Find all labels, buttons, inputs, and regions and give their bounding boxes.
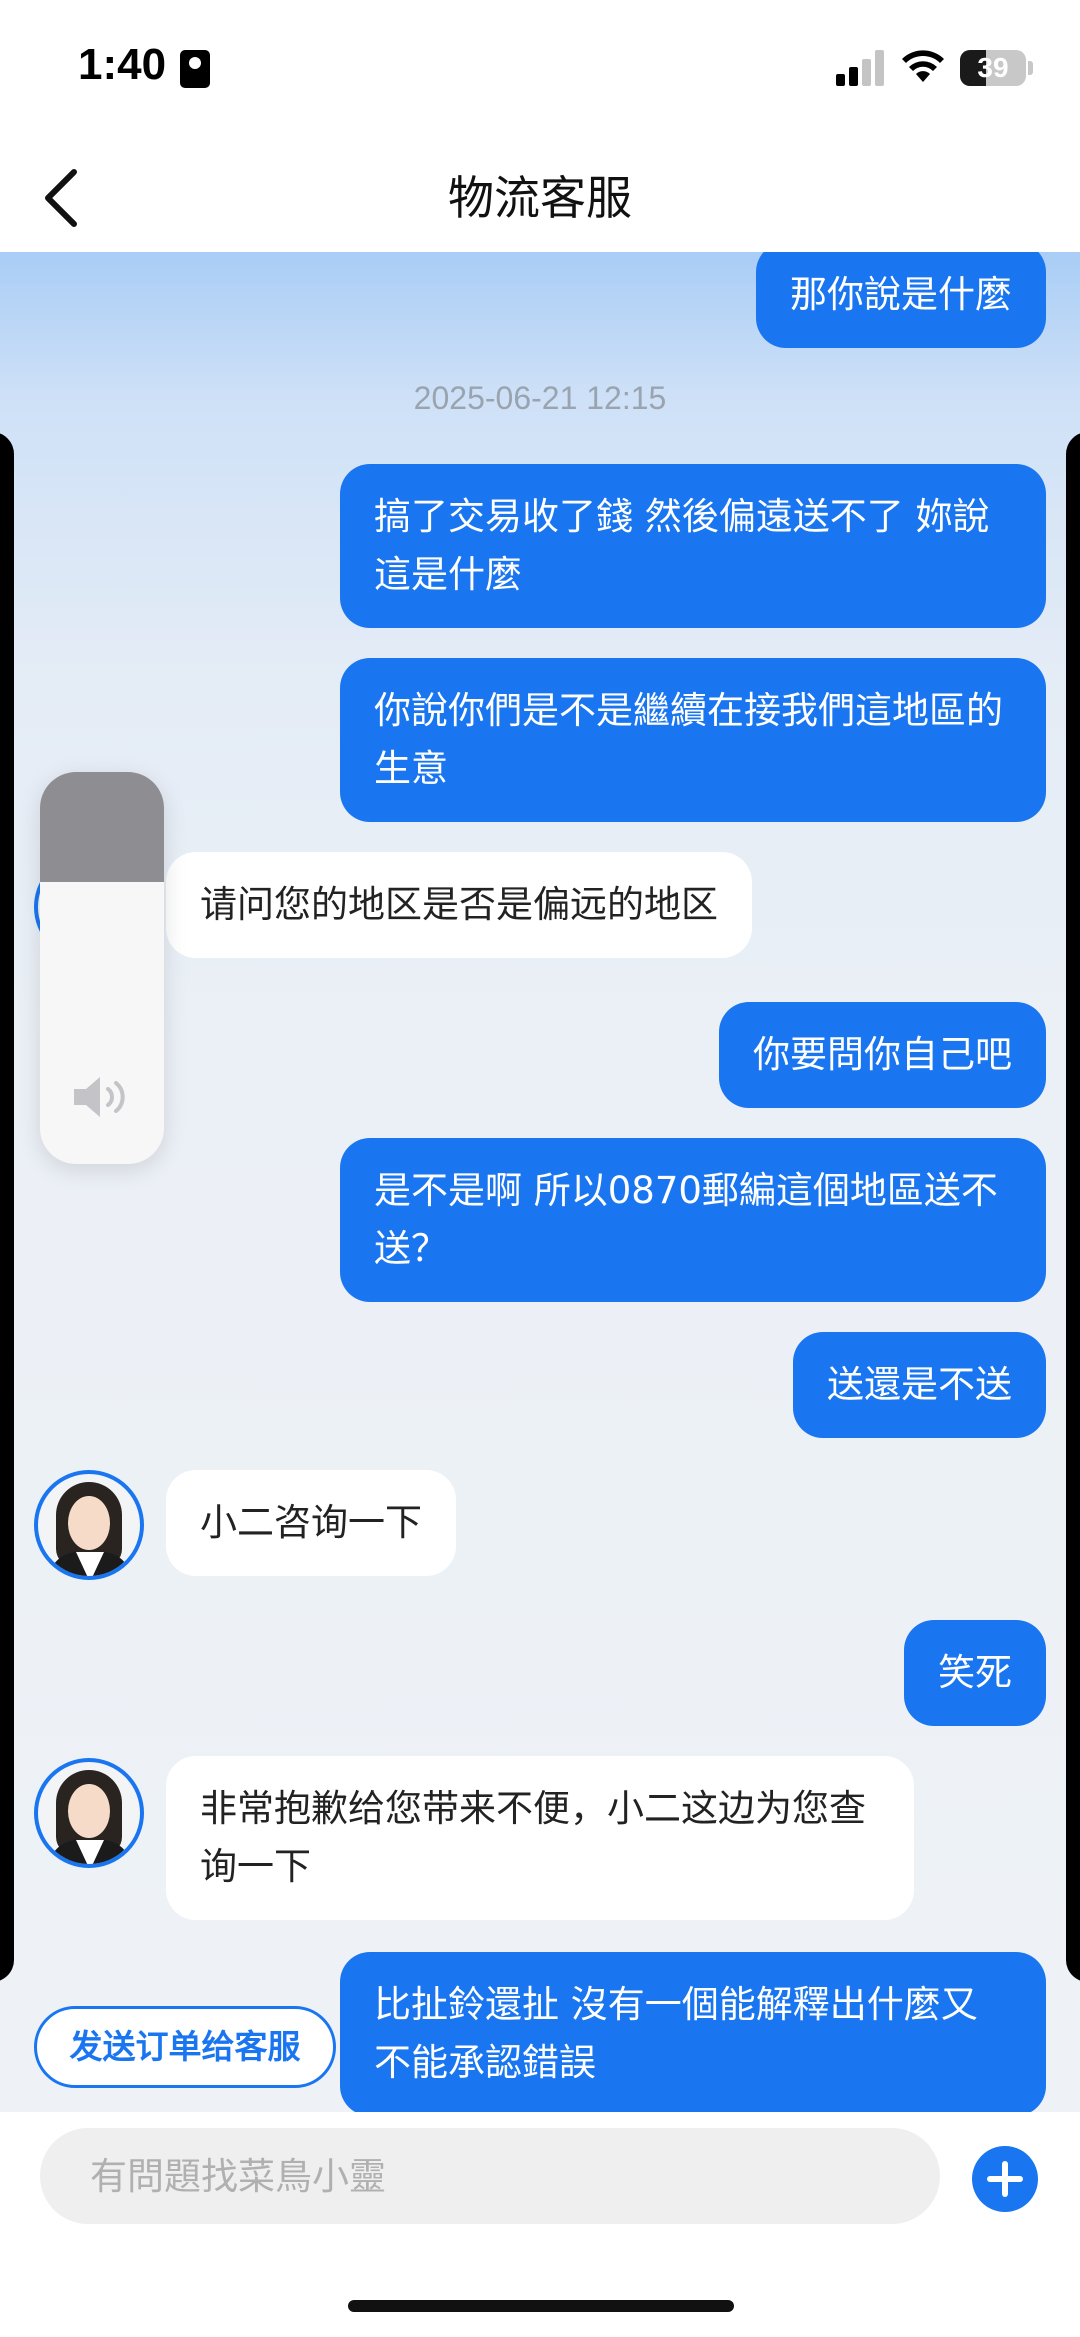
message-text: 是不是啊 所以0870郵編這個地區送不送？ — [374, 1169, 998, 1270]
message-text: 笑死 — [938, 1651, 1012, 1694]
volume-level-fill — [40, 772, 164, 882]
agent-avatar — [34, 1758, 144, 1868]
message-outgoing[interactable]: 送還是不送 — [793, 1332, 1046, 1438]
add-attachment-button[interactable] — [972, 2146, 1038, 2212]
message-input[interactable] — [40, 2128, 940, 2224]
message-outgoing[interactable]: 那你說是什麼 — [756, 252, 1046, 348]
message-incoming[interactable]: 请问您的地区是否是偏远的地区 — [166, 852, 752, 958]
wifi-icon — [902, 50, 944, 82]
message-outgoing[interactable]: 你說你們是不是繼續在接我們這地區的生意 — [340, 658, 1046, 822]
message-text: 你說你們是不是繼續在接我們這地區的生意 — [374, 689, 1003, 790]
home-indicator[interactable] — [348, 2300, 734, 2312]
message-text: 送還是不送 — [827, 1363, 1012, 1406]
message-text: 小二咨询一下 — [200, 1501, 422, 1544]
nav-bar: 物流客服 — [0, 140, 1080, 252]
battery-icon: 39 — [960, 50, 1026, 86]
status-time: 1:40 — [78, 40, 167, 89]
battery-cap — [1028, 61, 1033, 75]
message-text: 你要問你自己吧 — [753, 1033, 1012, 1076]
message-text: 搞了交易收了錢 然後偏遠送不了 妳說這是什麼 — [374, 495, 990, 596]
speaker-icon — [74, 1077, 125, 1117]
message-outgoing[interactable]: 搞了交易收了錢 然後偏遠送不了 妳說這是什麼 — [340, 464, 1046, 628]
message-text: 那你說是什麼 — [790, 273, 1012, 316]
page-title: 物流客服 — [448, 171, 632, 225]
message-text: 非常抱歉给您带来不便，小二这边为您查询一下 — [200, 1787, 866, 1888]
chat-area[interactable]: 那你說是什麼 2025-06-21 12:15 搞了交易收了錢 然後偏遠送不了 … — [0, 252, 1080, 2112]
agent-avatar — [34, 1470, 144, 1580]
message-outgoing[interactable]: 是不是啊 所以0870郵編這個地區送不送？ — [340, 1138, 1046, 1302]
message-text: 请问您的地区是否是偏远的地区 — [200, 883, 718, 926]
message-timestamp: 2025-06-21 12:15 — [413, 380, 667, 416]
message-incoming[interactable]: 小二咨询一下 — [166, 1470, 456, 1576]
send-order-button[interactable]: 发送订单给客服 — [34, 2006, 336, 2088]
message-text: 比扯鈴還扯 沒有一個能解釋出什麼又不能承認錯誤 — [374, 1983, 978, 2084]
cellular-signal-icon — [836, 50, 886, 86]
message-incoming[interactable]: 非常抱歉给您带来不便，小二这边为您查询一下 — [166, 1756, 914, 1920]
message-outgoing[interactable]: 你要問你自己吧 — [719, 1002, 1046, 1108]
status-bar: 1:40 39 — [0, 0, 1080, 140]
message-outgoing[interactable]: 比扯鈴還扯 沒有一個能解釋出什麼又不能承認錯誤 — [340, 1952, 1046, 2112]
focus-id-icon — [180, 50, 210, 88]
message-outgoing[interactable]: 笑死 — [904, 1620, 1046, 1726]
volume-hud[interactable] — [40, 772, 164, 1164]
battery-level: 39 — [977, 52, 1009, 83]
